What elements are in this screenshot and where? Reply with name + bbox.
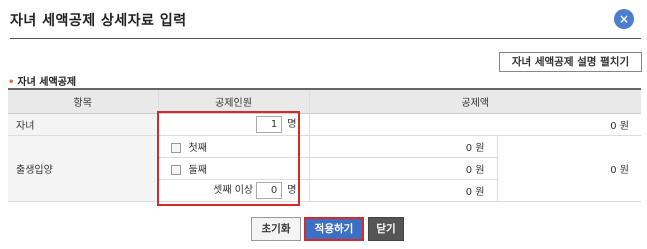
second-child-amount: 0 원 [308,157,497,180]
expand-explanation-button[interactable]: 자녀 세액공제 설명 펼치기 [499,52,642,72]
table-row-children: 자녀 1명 0 원 [8,113,641,136]
first-child-amount: 0 원 [308,135,497,158]
third-child-count-input[interactable]: 0 [256,181,283,199]
column-header-amount: 공제액 [308,88,641,114]
children-count-unit: 명 [287,119,297,131]
close-button[interactable]: 닫기 [368,217,404,241]
birth-first-cell: 첫째 [157,135,309,158]
section-heading: • 자녀 세액공제 [8,73,76,88]
dialog-title: 자녀 세액공제 상세자료 입력 [10,13,187,29]
second-child-label: 둘째 [188,164,207,176]
bullet-icon: • [8,77,15,88]
children-count-cell: 1명 [157,113,309,136]
apply-button[interactable]: 적용하기 [304,217,364,241]
column-header-count: 공제인원 [157,88,309,114]
row-label-birth: 출생입양 [8,135,158,202]
children-amount: 0 원 [308,113,641,136]
second-child-checkbox[interactable] [170,164,181,175]
first-child-checkbox[interactable] [170,142,181,153]
third-child-amount: 0 원 [308,179,497,202]
birth-third-cell: 셋째 이상 0명 [157,179,309,202]
row-label-children: 자녀 [8,113,158,136]
first-child-label: 첫째 [188,142,207,154]
birth-total-amount: 0 원 [496,135,641,202]
reset-button[interactable]: 초기화 [251,217,301,241]
title-divider [10,38,641,39]
children-count-input[interactable]: 1 [256,115,283,133]
section-heading-label: 자녀 세액공제 [17,77,77,88]
table-row-birth-first: 출생입양 첫째 0 원 0 원 [8,135,641,202]
birth-second-cell: 둘째 [157,157,309,180]
column-header-item: 항목 [8,88,158,114]
deduction-table: 항목 공제인원 공제액 자녀 1명 0 원 출생입양 첫째 0 원 0 원 둘째… [8,88,641,202]
table-header-row: 항목 공제인원 공제액 [8,88,641,114]
third-child-label: 셋째 이상 [213,185,254,197]
close-icon[interactable]: × [614,9,634,29]
third-child-count-unit: 명 [287,185,297,197]
